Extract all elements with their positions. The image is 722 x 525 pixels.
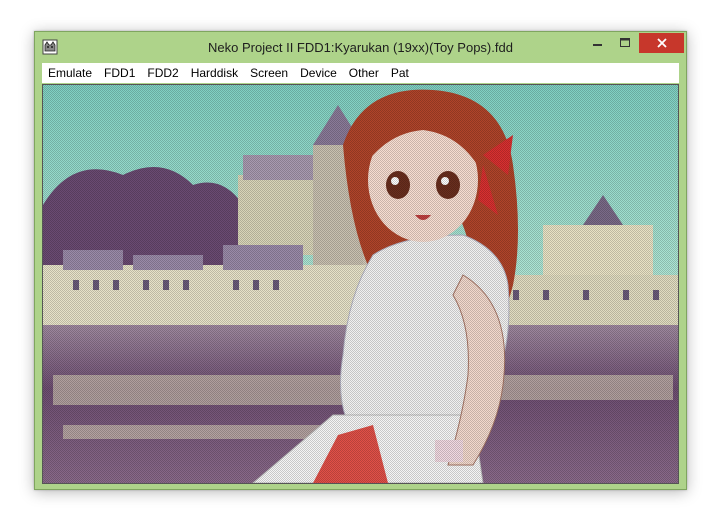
menu-emulate[interactable]: Emulate xyxy=(42,63,98,83)
menu-pat[interactable]: Pat xyxy=(385,63,415,83)
menu-screen[interactable]: Screen xyxy=(244,63,294,83)
menu-harddisk[interactable]: Harddisk xyxy=(185,63,244,83)
close-icon xyxy=(656,38,667,48)
menu-fdd1[interactable]: FDD1 xyxy=(98,63,141,83)
menu-fdd2[interactable]: FDD2 xyxy=(141,63,184,83)
title-bar[interactable]: Neko Project II FDD1:Kyarukan (19xx)(Toy… xyxy=(35,32,686,62)
dither-overlay xyxy=(43,85,678,483)
maximize-button[interactable] xyxy=(611,33,638,53)
menu-device[interactable]: Device xyxy=(294,63,343,83)
maximize-icon xyxy=(619,38,630,47)
emulated-display[interactable] xyxy=(42,84,679,484)
menu-other[interactable]: Other xyxy=(343,63,385,83)
minimize-button[interactable] xyxy=(584,33,611,53)
close-button[interactable] xyxy=(639,33,684,53)
game-scene xyxy=(43,85,678,483)
minimize-icon xyxy=(592,44,602,46)
app-window: Neko Project II FDD1:Kyarukan (19xx)(Toy… xyxy=(34,31,687,490)
menu-bar: Emulate FDD1 FDD2 Harddisk Screen Device… xyxy=(42,63,679,83)
